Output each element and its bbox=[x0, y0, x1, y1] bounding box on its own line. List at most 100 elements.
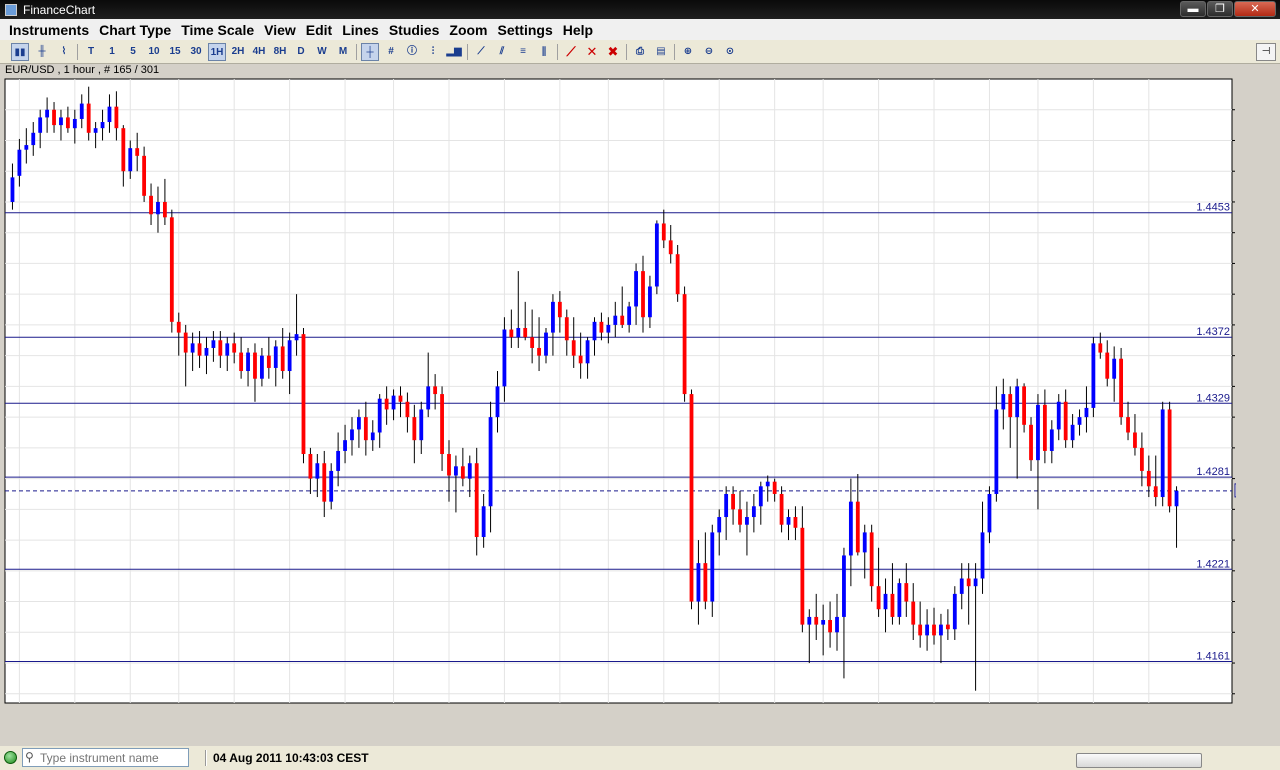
candle-down bbox=[793, 517, 798, 528]
menu-settings[interactable]: Settings bbox=[493, 22, 558, 38]
menu-help[interactable]: Help bbox=[558, 22, 598, 38]
instrument-search[interactable]: ⚲ bbox=[22, 748, 189, 767]
candle-down bbox=[918, 624, 923, 636]
plot-area bbox=[4, 78, 1233, 704]
candle-up bbox=[821, 620, 826, 625]
menu-bar: Instruments Chart Type Time Scale View E… bbox=[0, 19, 1280, 40]
zoom-in-icon[interactable]: ⊕ bbox=[679, 43, 697, 61]
candle-down bbox=[232, 343, 237, 353]
delete-line-icon[interactable]: ⟋ bbox=[562, 43, 580, 61]
timeframe-week-button[interactable]: W bbox=[313, 43, 331, 61]
current-price-box bbox=[1234, 483, 1273, 498]
zoom-reset-icon[interactable]: ⊙ bbox=[721, 43, 739, 61]
study-icon[interactable]: ⫶ bbox=[424, 43, 442, 61]
candle-down bbox=[641, 271, 645, 318]
candle-up bbox=[45, 109, 50, 118]
timeframe-10m-button[interactable]: 10 bbox=[145, 43, 163, 61]
candle-up bbox=[959, 578, 964, 594]
timeframe-1h-button[interactable]: 1H bbox=[208, 43, 226, 61]
candle-up bbox=[502, 329, 507, 387]
menu-edit[interactable]: Edit bbox=[301, 22, 337, 38]
candle-up bbox=[717, 517, 722, 533]
timeframe-15m-button[interactable]: 15 bbox=[166, 43, 184, 61]
candle-up bbox=[10, 177, 15, 202]
candle-up bbox=[336, 450, 341, 471]
timeframe-2h-button[interactable]: 2H bbox=[229, 43, 247, 61]
candle-up bbox=[454, 466, 458, 476]
trendline-icon[interactable]: ⟋ bbox=[472, 43, 490, 61]
timeframe-month-button[interactable]: M bbox=[334, 43, 352, 61]
candle-up bbox=[980, 532, 985, 579]
candle-up bbox=[467, 463, 472, 479]
fibonacci-icon[interactable]: ≡ bbox=[514, 43, 532, 61]
candle-up bbox=[952, 593, 957, 630]
grid-icon[interactable]: # bbox=[382, 43, 400, 61]
print-preview-icon[interactable]: ▤ bbox=[652, 43, 670, 61]
menu-studies[interactable]: Studies bbox=[384, 22, 445, 38]
delete-icon[interactable]: ✕ bbox=[583, 43, 601, 61]
price-chart[interactable]: 1.45201.45001.44801.44601.44401.44201.44… bbox=[3, 78, 1273, 736]
candle-up bbox=[315, 463, 320, 479]
candle-up bbox=[59, 117, 63, 126]
timeframe-day-button[interactable]: D bbox=[292, 43, 310, 61]
candle-up bbox=[627, 306, 632, 325]
print-icon[interactable]: ⎙ bbox=[631, 43, 649, 61]
candle-down bbox=[433, 386, 438, 395]
candle-up bbox=[994, 409, 999, 494]
candle-down bbox=[828, 620, 832, 633]
candle-up bbox=[24, 145, 29, 150]
menu-lines[interactable]: Lines bbox=[337, 22, 384, 38]
timeframe-5m-button[interactable]: 5 bbox=[124, 43, 142, 61]
bar-chart-icon[interactable]: ╫ bbox=[33, 43, 51, 61]
candle-up bbox=[481, 506, 486, 538]
candle-down bbox=[239, 352, 244, 372]
search-input[interactable] bbox=[40, 749, 185, 767]
zoom-out-icon[interactable]: ⊖ bbox=[700, 43, 718, 61]
candle-up bbox=[1015, 386, 1020, 418]
candle-down bbox=[460, 466, 465, 479]
search-icon: ⚲ bbox=[25, 750, 34, 764]
candle-up bbox=[842, 555, 846, 617]
menu-chart-type[interactable]: Chart Type bbox=[94, 22, 176, 38]
line-chart-icon[interactable]: ⌇ bbox=[55, 43, 73, 61]
candlestick-chart-icon[interactable]: ▮▮ bbox=[11, 43, 29, 61]
candle-up bbox=[357, 417, 361, 430]
candle-down bbox=[1029, 424, 1033, 461]
menu-view[interactable]: View bbox=[259, 22, 301, 38]
candle-down bbox=[738, 509, 742, 525]
menu-zoom[interactable]: Zoom bbox=[444, 22, 492, 38]
candle-up bbox=[613, 315, 618, 325]
volume-icon[interactable]: ▂▆ bbox=[445, 43, 463, 61]
timeframe-4h-button[interactable]: 4H bbox=[250, 43, 268, 61]
crosshair-icon[interactable]: ┼ bbox=[361, 43, 379, 61]
candle-up bbox=[294, 334, 299, 341]
minimize-button[interactable]: ▬ bbox=[1180, 1, 1206, 17]
candle-up bbox=[225, 343, 230, 356]
candle-down bbox=[1105, 352, 1110, 379]
candle-up bbox=[1077, 417, 1082, 425]
candle-up bbox=[1084, 407, 1089, 418]
chart-canvas[interactable]: 1.45201.45001.44801.44601.44401.44201.44… bbox=[3, 78, 1273, 736]
window-controls: ▬ ❐ ✕ bbox=[1180, 1, 1276, 17]
close-button[interactable]: ✕ bbox=[1234, 1, 1276, 17]
horizontal-scrollbar[interactable] bbox=[1076, 753, 1202, 768]
candle-up bbox=[370, 432, 375, 441]
timeframe-tick-button[interactable]: T bbox=[82, 43, 100, 61]
maximize-button[interactable]: ❐ bbox=[1207, 1, 1233, 17]
candle-down bbox=[162, 201, 167, 218]
timeframe-1m-button[interactable]: 1 bbox=[103, 43, 121, 61]
timeframe-8h-button[interactable]: 8H bbox=[271, 43, 289, 61]
candle-up bbox=[710, 532, 715, 602]
menu-time-scale[interactable]: Time Scale bbox=[176, 22, 259, 38]
timeframe-30m-button[interactable]: 30 bbox=[187, 43, 205, 61]
channel-icon[interactable]: ⫽ bbox=[493, 43, 511, 61]
panel-toggle-icon[interactable]: ⊣ bbox=[1256, 43, 1276, 61]
level-label: 1.4221 bbox=[1196, 558, 1230, 570]
candle-down bbox=[1119, 358, 1124, 418]
delete-all-icon[interactable]: ✖ bbox=[604, 43, 622, 61]
candle-up bbox=[848, 501, 853, 556]
parallel-lines-icon[interactable]: ∥ bbox=[535, 43, 553, 61]
menu-instruments[interactable]: Instruments bbox=[4, 22, 94, 38]
candle-up bbox=[592, 321, 597, 341]
info-icon[interactable]: ⓘ bbox=[403, 43, 421, 61]
